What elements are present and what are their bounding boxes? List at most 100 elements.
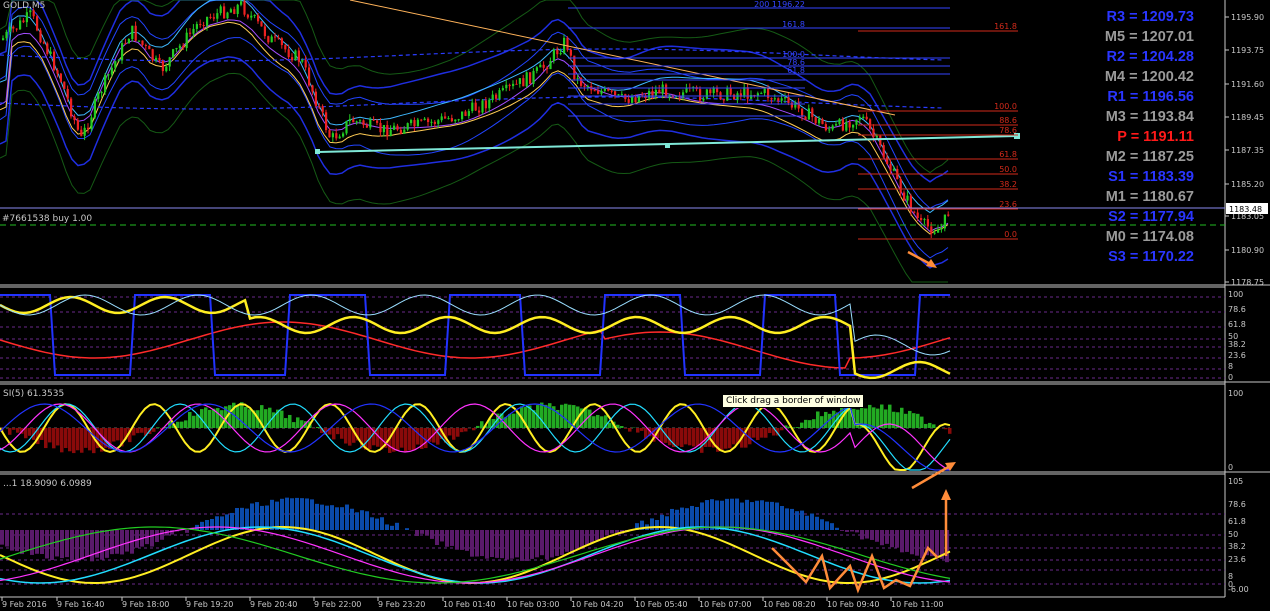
histogram-bar xyxy=(920,416,924,428)
candle-body xyxy=(70,98,73,117)
candle-body xyxy=(117,60,120,62)
histogram-bar xyxy=(285,497,289,530)
candle-body xyxy=(12,26,15,29)
histogram-bar xyxy=(24,428,28,439)
candle-body xyxy=(586,86,589,88)
histogram-bar xyxy=(395,522,399,530)
histogram-bar xyxy=(375,518,379,530)
histogram-bar xyxy=(555,530,559,556)
sub3-axis-label: 38.2 xyxy=(1228,542,1246,551)
histogram-bar xyxy=(340,428,344,439)
histogram-bar xyxy=(55,530,59,557)
histogram-bar xyxy=(150,530,154,547)
candle-body xyxy=(576,78,579,80)
histogram-bar xyxy=(160,530,164,540)
trendline-handle[interactable] xyxy=(665,143,670,148)
candle-body xyxy=(471,102,474,112)
fib-label: 50.0 xyxy=(999,165,1017,174)
candle-body xyxy=(940,228,943,230)
candle-body xyxy=(784,97,787,99)
histogram-bar xyxy=(10,530,14,551)
candle-body xyxy=(134,25,137,41)
histogram-bar xyxy=(132,428,136,436)
candle-body xyxy=(522,78,525,87)
fib-label: 161.8 xyxy=(994,22,1017,31)
histogram-bar xyxy=(715,500,719,530)
candle-body xyxy=(457,119,460,121)
candle-body xyxy=(529,72,532,84)
candle-body xyxy=(260,21,263,27)
candle-body xyxy=(185,32,188,48)
histogram-bar xyxy=(140,428,144,433)
histogram-bar xyxy=(530,530,534,559)
histogram-bar xyxy=(332,428,336,440)
candle-body xyxy=(746,87,749,99)
candle-body xyxy=(801,108,804,117)
candle-body xyxy=(308,67,311,86)
candle-body xyxy=(158,57,161,61)
candle-body xyxy=(396,125,399,130)
histogram-bar xyxy=(250,503,254,530)
candle-body xyxy=(212,17,215,19)
histogram-bar xyxy=(445,530,449,547)
candle-body xyxy=(151,49,154,61)
histogram-bar xyxy=(290,498,294,530)
histogram-bar xyxy=(12,428,16,430)
histogram-bar xyxy=(460,530,464,550)
candle-body xyxy=(498,90,501,99)
pivot-r3: R3 = 1209.73 xyxy=(1106,9,1194,25)
candle-body xyxy=(175,48,178,50)
histogram-bar xyxy=(192,415,196,428)
histogram-bar xyxy=(752,428,756,438)
candle-body xyxy=(644,96,647,98)
histogram-bar xyxy=(340,507,344,530)
candle-body xyxy=(253,15,256,17)
time-label: 10 Feb 01:40 xyxy=(443,600,495,609)
candle-body xyxy=(331,133,334,138)
candle-body xyxy=(127,39,130,44)
candle-body xyxy=(345,121,348,134)
histogram-bar xyxy=(655,520,659,530)
candle-body xyxy=(773,98,776,100)
candle-body xyxy=(114,61,117,68)
candle-body xyxy=(284,45,287,50)
candle-body xyxy=(178,45,181,49)
candle-body xyxy=(943,214,946,229)
candle-body xyxy=(42,42,45,44)
histogram-bar xyxy=(185,530,189,533)
trendline-handle[interactable] xyxy=(315,149,320,154)
candle-body xyxy=(219,6,222,14)
histogram-bar xyxy=(865,530,869,539)
histogram-bar xyxy=(330,505,334,530)
histogram-bar xyxy=(750,502,754,530)
time-label: 10 Feb 05:40 xyxy=(635,600,687,609)
histogram-bar xyxy=(110,530,114,555)
candle-body xyxy=(297,50,300,62)
time-label: 9 Feb 2016 xyxy=(2,600,47,609)
candle-body xyxy=(818,119,821,124)
histogram-bar xyxy=(300,498,304,530)
histogram-bar xyxy=(796,427,800,428)
candle-body xyxy=(87,127,90,130)
sub2-title: SI(5) 61.3535 xyxy=(3,389,64,399)
candle-body xyxy=(933,232,936,234)
histogram-bar xyxy=(810,513,814,530)
histogram-bar xyxy=(805,515,809,530)
candle-body xyxy=(325,112,328,131)
candle-body xyxy=(386,124,389,137)
candle-body xyxy=(280,38,283,46)
candle-body xyxy=(899,179,902,193)
histogram-bar xyxy=(350,508,354,530)
histogram-bar xyxy=(470,530,474,557)
fib-label: 88.6 xyxy=(999,116,1017,125)
histogram-bar xyxy=(455,530,459,550)
histogram-bar xyxy=(800,510,804,530)
histogram-bar xyxy=(840,530,844,531)
sub1-axis-label: 78.6 xyxy=(1228,305,1246,314)
histogram-bar xyxy=(460,428,464,433)
histogram-bar xyxy=(780,506,784,530)
candle-body xyxy=(148,45,151,50)
histogram-bar xyxy=(30,530,34,555)
histogram-bar xyxy=(932,424,936,428)
sub3-title: ...1 18.9090 6.0989 xyxy=(3,479,92,489)
